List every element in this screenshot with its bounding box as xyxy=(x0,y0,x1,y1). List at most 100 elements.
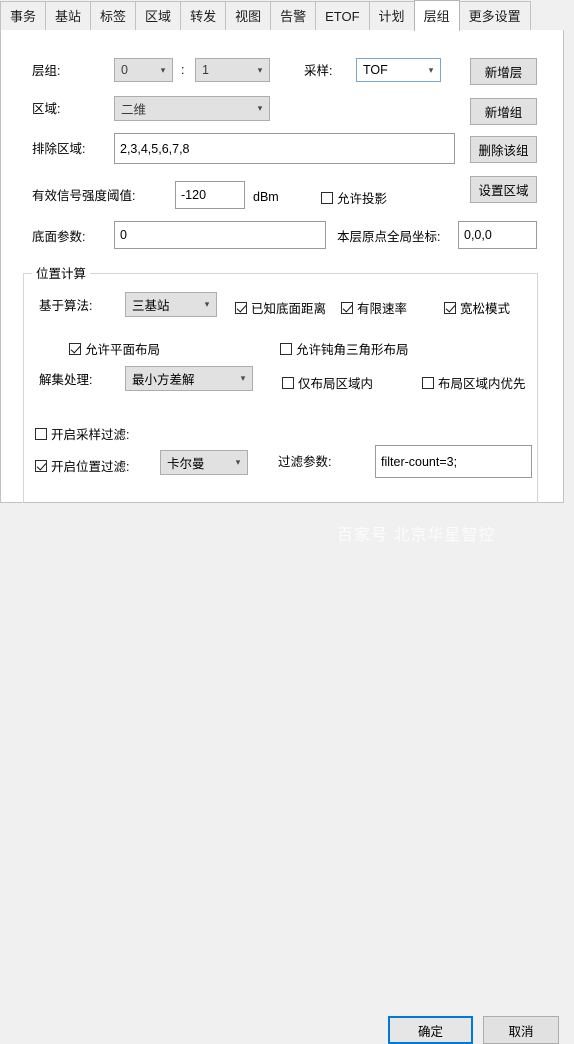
chevron-down-icon: ▾ xyxy=(160,64,166,75)
origin-global-input[interactable]: 0,0,0 xyxy=(458,221,537,249)
exclude-zone-label: 排除区域: xyxy=(32,142,86,156)
checkbox-box xyxy=(35,459,47,472)
solve-select[interactable]: 最小方差解 ▾ xyxy=(125,366,253,391)
chevron-down-icon: ▾ xyxy=(240,373,246,383)
layer-group-select[interactable]: 0 ▾ xyxy=(114,58,173,82)
layer-group-value: 0 xyxy=(121,63,128,77)
checkbox-box xyxy=(321,191,333,204)
layer-group-label: 层组: xyxy=(32,64,61,78)
only-inside-layout-zone-label: 仅布局区域内 xyxy=(298,377,374,391)
origin-global-value: 0,0,0 xyxy=(464,228,492,242)
sampling-label: 采样: xyxy=(304,64,333,78)
chevron-down-icon: ▾ xyxy=(235,457,241,467)
allow-obtuse-triangle-layout-checkbox[interactable]: 允许钝角三角形布局 xyxy=(280,339,409,358)
tab-biaoqian[interactable]: 标签 xyxy=(90,1,137,31)
prefer-inside-layout-zone-checkbox[interactable]: 布局区域内优先 xyxy=(422,373,526,392)
zone-value: 二维 xyxy=(121,103,147,117)
position-filter-value: 卡尔曼 xyxy=(167,457,205,471)
tab-jihua[interactable]: 计划 xyxy=(368,1,415,31)
allow-planar-layout-label: 允许平面布局 xyxy=(85,343,161,357)
allow-planar-layout-checkbox[interactable]: 允许平面布局 xyxy=(69,339,160,358)
enable-position-filter-checkbox[interactable]: 开启位置过滤: xyxy=(35,456,129,475)
delete-group-label: 删除该组 xyxy=(478,144,529,158)
solve-value: 最小方差解 xyxy=(132,373,195,387)
tab-label: ETOF xyxy=(325,9,360,24)
tab-shiwu[interactable]: 事务 xyxy=(0,1,47,31)
ok-label: 确定 xyxy=(417,1024,443,1039)
delete-group-button[interactable]: 删除该组 xyxy=(470,136,537,163)
algorithm-select[interactable]: 三基站 ▾ xyxy=(125,292,217,317)
exclude-zone-value: 2,3,4,5,6,7,8 xyxy=(120,141,190,156)
set-zone-label: 设置区域 xyxy=(478,184,529,198)
tab-quyu[interactable]: 区域 xyxy=(135,1,182,31)
tab-label: 区域 xyxy=(145,9,172,24)
loose-mode-checkbox[interactable]: 宽松模式 xyxy=(444,298,510,317)
limited-speed-checkbox[interactable]: 有限速率 xyxy=(341,298,407,317)
add-group-button[interactable]: 新增组 xyxy=(470,98,537,125)
known-ground-distance-checkbox[interactable]: 已知底面距离 xyxy=(235,298,326,317)
loose-mode-label: 宽松模式 xyxy=(460,302,511,316)
origin-global-label: 本层原点全局坐标: xyxy=(337,230,441,244)
checkbox-box xyxy=(341,301,353,314)
tab-etof[interactable]: ETOF xyxy=(315,1,370,31)
checkbox-box xyxy=(422,376,434,389)
add-layer-button[interactable]: 新增层 xyxy=(470,58,537,85)
algorithm-value: 三基站 xyxy=(132,299,170,313)
filter-param-value: filter-count=3; xyxy=(381,454,458,469)
checkbox-box xyxy=(235,301,247,314)
layer-group-separator: : xyxy=(181,63,185,77)
enable-sample-filter-label: 开启采样过滤: xyxy=(51,428,130,442)
zone-select[interactable]: 二维 ▾ xyxy=(114,96,270,121)
limited-speed-label: 有限速率 xyxy=(357,302,408,316)
exclude-zone-input[interactable]: 2,3,4,5,6,7,8 xyxy=(114,133,455,164)
signal-threshold-label: 有效信号强度阈值: xyxy=(32,189,136,203)
checkbox-box xyxy=(280,342,292,355)
tab-label: 更多设置 xyxy=(468,9,521,24)
tab-label: 基站 xyxy=(55,9,82,24)
add-group-label: 新增组 xyxy=(484,106,523,120)
tab-gengduoshezhi[interactable]: 更多设置 xyxy=(458,1,531,31)
ok-button[interactable]: 确定 xyxy=(388,1016,473,1044)
tab-cengzu[interactable]: 层组 xyxy=(413,0,460,31)
tab-label: 层组 xyxy=(423,8,450,24)
only-inside-layout-zone-checkbox[interactable]: 仅布局区域内 xyxy=(282,373,373,392)
allow-projection-checkbox[interactable]: 允许投影 xyxy=(321,188,387,207)
enable-sample-filter-checkbox[interactable]: 开启采样过滤: xyxy=(35,424,129,443)
ground-param-input[interactable]: 0 xyxy=(114,221,326,249)
allow-obtuse-triangle-layout-label: 允许钝角三角形布局 xyxy=(296,343,409,357)
tab-zhuanfa[interactable]: 转发 xyxy=(180,1,227,31)
tab-strip: 事务 基站 标签 区域 转发 视图 告警 ETOF 计划 层组 更多设置 xyxy=(0,0,574,31)
filter-param-input[interactable]: filter-count=3; xyxy=(375,445,532,478)
layer-index-value: 1 xyxy=(202,63,209,77)
tab-label: 转发 xyxy=(190,9,217,24)
position-filter-select[interactable]: 卡尔曼 ▾ xyxy=(160,450,248,475)
algorithm-label: 基于算法: xyxy=(39,299,93,313)
tab-gaojing[interactable]: 告警 xyxy=(270,1,317,31)
layer-index-select[interactable]: 1 ▾ xyxy=(195,58,270,82)
tab-label: 事务 xyxy=(10,9,37,24)
ground-param-label: 底面参数: xyxy=(32,230,86,244)
zone-label: 区域: xyxy=(32,102,61,116)
cancel-button[interactable]: 取消 xyxy=(483,1016,559,1044)
signal-threshold-input[interactable]: -120 xyxy=(175,181,245,209)
filter-param-label: 过滤参数: xyxy=(278,455,332,469)
enable-position-filter-label: 开启位置过滤: xyxy=(51,460,130,474)
checkbox-box xyxy=(35,427,47,440)
tab-shitu[interactable]: 视图 xyxy=(225,1,272,31)
sampling-select[interactable]: TOF ▾ xyxy=(356,58,441,82)
prefer-inside-layout-zone-label: 布局区域内优先 xyxy=(438,377,526,391)
chevron-down-icon: ▾ xyxy=(204,299,210,309)
tab-jizhan[interactable]: 基站 xyxy=(45,1,92,31)
sampling-value: TOF xyxy=(363,63,388,77)
checkbox-box xyxy=(69,342,81,355)
tab-label: 标签 xyxy=(100,9,127,24)
cancel-label: 取消 xyxy=(508,1024,534,1039)
chevron-down-icon: ▾ xyxy=(257,103,263,113)
known-ground-distance-label: 已知底面距离 xyxy=(251,302,327,316)
signal-threshold-unit: dBm xyxy=(253,190,279,204)
tab-label: 告警 xyxy=(280,9,307,24)
dialog-footer: 确定 取消 xyxy=(0,503,574,1044)
set-zone-button[interactable]: 设置区域 xyxy=(470,176,537,203)
ground-param-value: 0 xyxy=(120,228,127,242)
position-calc-title: 位置计算 xyxy=(32,268,91,281)
